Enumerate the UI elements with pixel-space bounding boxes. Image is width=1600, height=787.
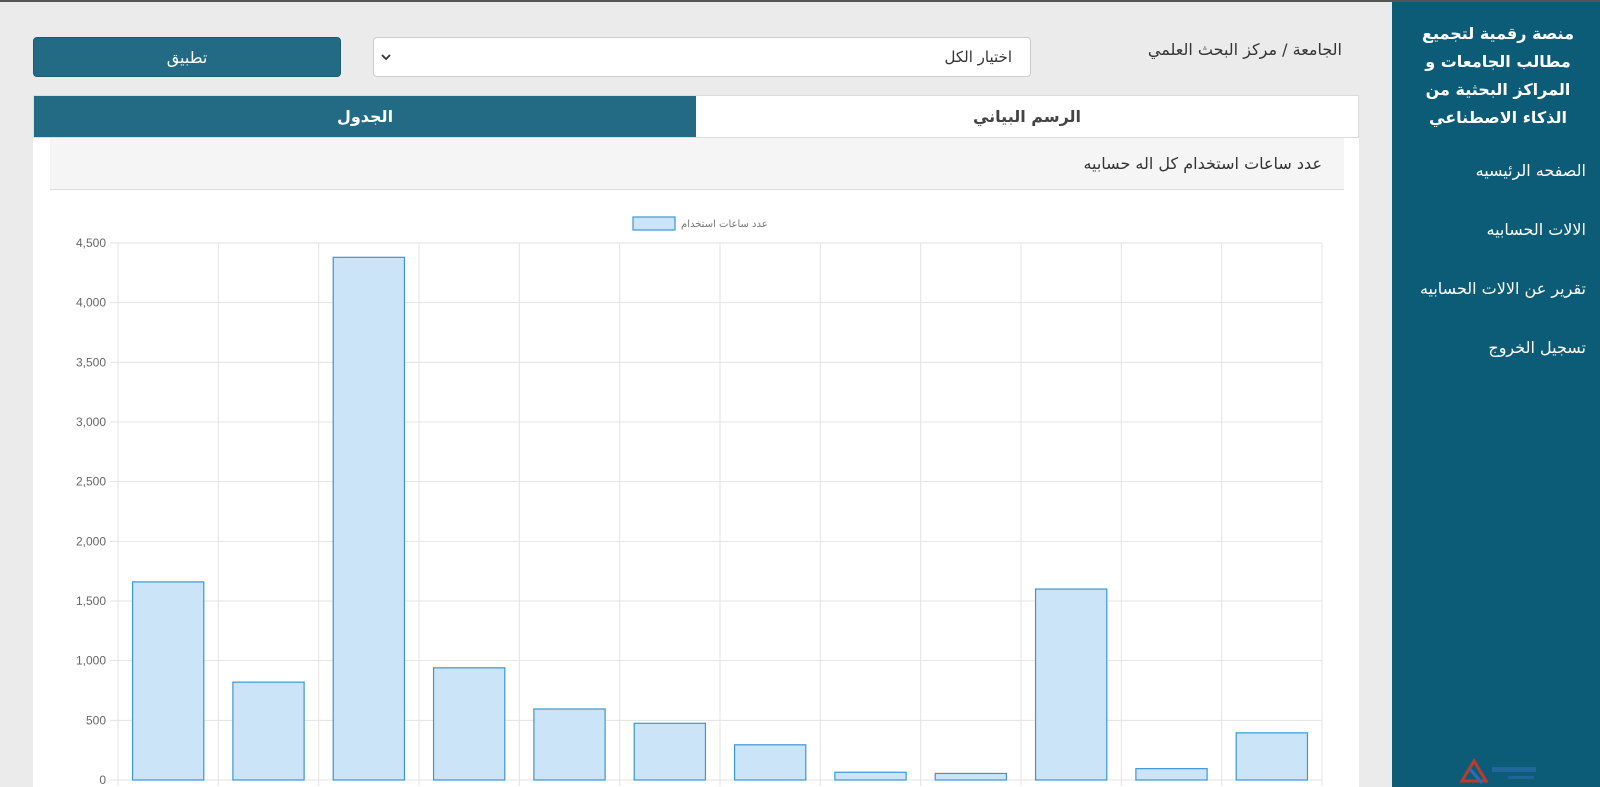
bar <box>1135 768 1208 781</box>
brand-title: منصة رقمية لتجميع مطالب الجامعات و المرا… <box>1422 24 1574 127</box>
university-select[interactable]: اختيار الكل <box>373 37 1031 77</box>
sidebar-item-home[interactable]: الصفحه الرئيسيه <box>1392 156 1600 215</box>
filter-label: الجامعة / مركز البحث العلمي <box>1147 40 1342 59</box>
bar <box>733 744 807 781</box>
y-tick-label: 1,000 <box>76 654 106 668</box>
y-tick-label: 0 <box>99 773 106 787</box>
bar <box>934 772 1008 781</box>
bar <box>834 771 907 781</box>
usage-bar-chart: 0 500 1,000 1,500 2,000 2,500 3,000 3,500 4,000 4… <box>76 216 1323 787</box>
chevron-down-icon <box>381 54 391 61</box>
sidebar-item-label: تسجيل الخروج <box>1488 338 1586 357</box>
sidebar-nav: الصفحه الرئيسيه الالات الحسابيه تقرير عن… <box>1392 156 1600 392</box>
bar <box>1235 732 1309 781</box>
y-tick-label: 4,000 <box>76 296 106 310</box>
y-tick-label: 4,500 <box>76 236 106 250</box>
sidebar-item-label: تقرير عن الالات الحسابيه <box>1419 279 1586 298</box>
apply-button[interactable]: تطبيق <box>33 37 341 77</box>
sidebar: منصة رقمية لتجميع مطالب الجامعات و المرا… <box>1392 2 1600 787</box>
panel-title: عدد ساعات استخدام كل اله حسابيه <box>50 138 1344 190</box>
sidebar-item-report[interactable]: تقرير عن الالات الحسابيه <box>1392 274 1600 333</box>
bar <box>232 681 305 781</box>
sidebar-item-label: الالات الحسابيه <box>1486 220 1587 239</box>
select-value: اختيار الكل <box>944 48 1012 66</box>
bar <box>533 708 606 781</box>
bar <box>633 722 707 781</box>
bar <box>332 256 406 781</box>
y-tick-label: 3,500 <box>76 355 106 369</box>
tab-table[interactable]: الجدول <box>34 96 696 137</box>
y-tick-label: 2,500 <box>76 475 106 489</box>
sidebar-item-label: الصفحه الرئيسيه <box>1475 161 1586 180</box>
y-tick-label: 3,000 <box>76 415 106 429</box>
bar <box>1034 588 1108 781</box>
y-tick-label: 500 <box>86 713 106 727</box>
tab-chart[interactable]: الرسم البياني <box>696 96 1358 137</box>
company-logo <box>1459 758 1536 784</box>
y-tick-label: 2,000 <box>76 534 106 548</box>
legend-label: عدد ساعات استخدام <box>681 219 768 230</box>
content-panel: عدد ساعات استخدام كل اله حسابيه 0 500 1,00… <box>33 138 1359 787</box>
sidebar-item-logout[interactable]: تسجيل الخروج <box>1392 333 1600 392</box>
bar <box>131 581 205 781</box>
y-tick-label: 1,500 <box>76 594 106 608</box>
legend-swatch <box>632 216 676 231</box>
sidebar-item-machines[interactable]: الالات الحسابيه <box>1392 215 1600 274</box>
view-tabs: الجدول الرسم البياني <box>33 95 1359 138</box>
bar <box>432 667 506 781</box>
